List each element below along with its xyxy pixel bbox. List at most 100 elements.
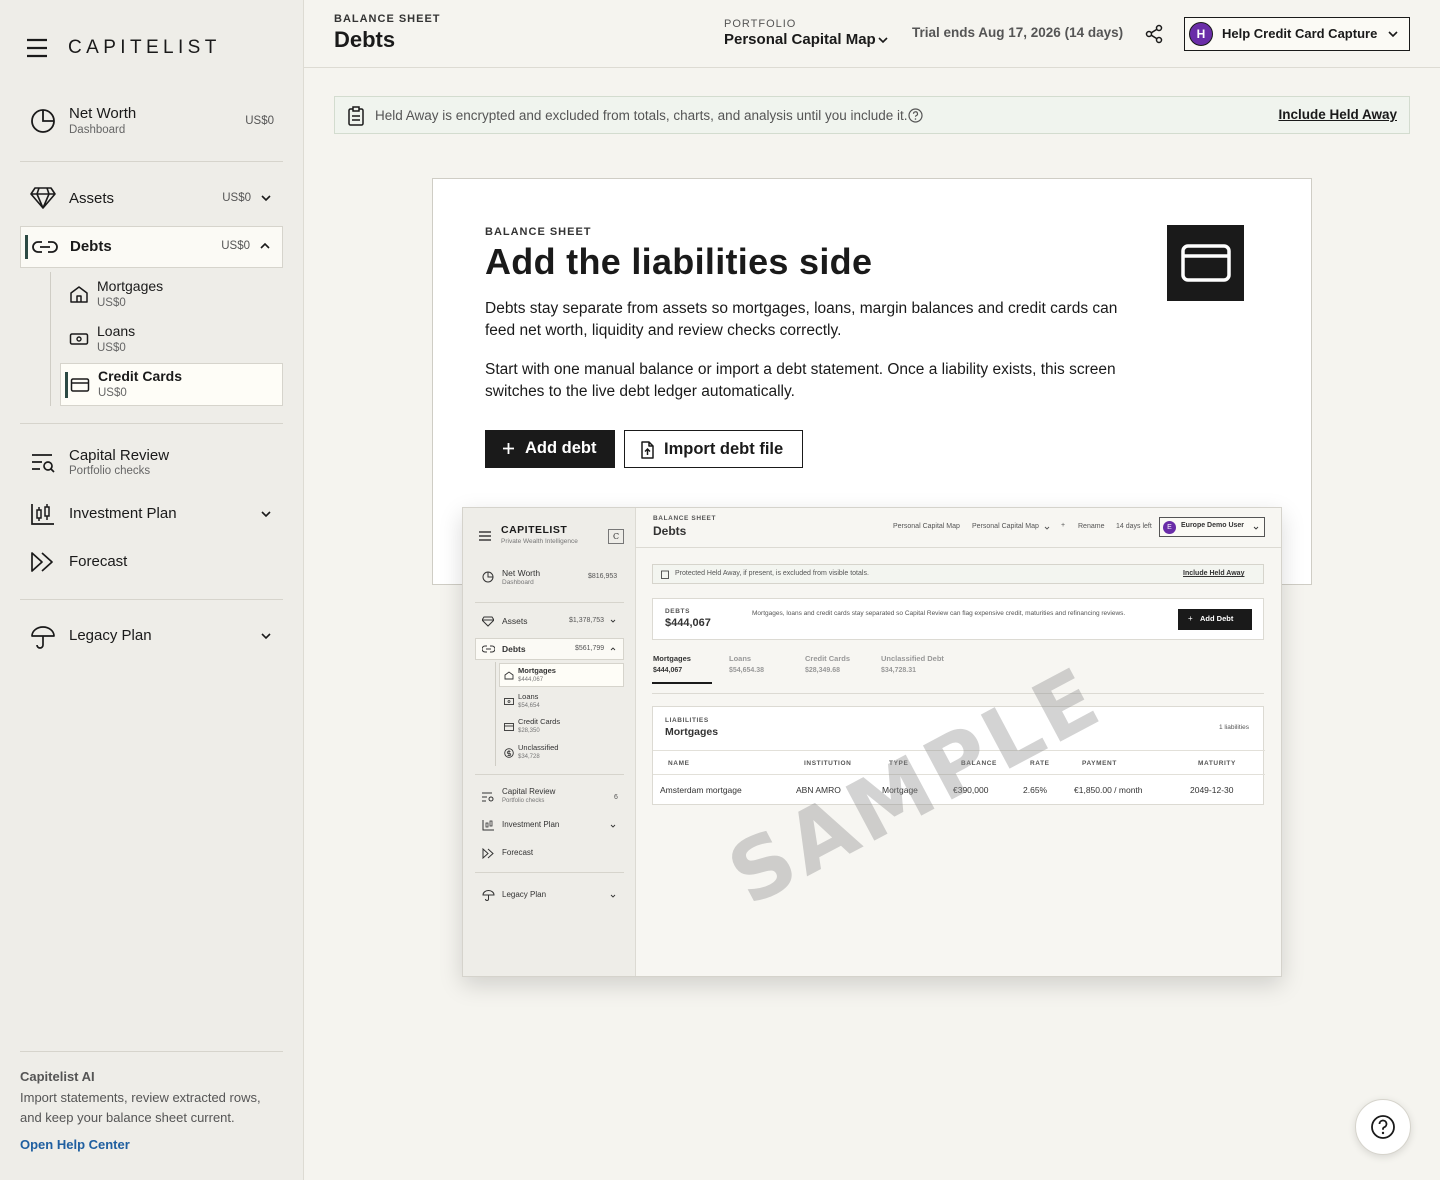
house-icon [69, 285, 89, 303]
sidebar-item-label: Assets [69, 190, 115, 207]
help-circle-icon [1370, 1114, 1396, 1140]
portfolio-selector[interactable]: PORTFOLIO Personal Capital Map [724, 18, 894, 54]
sidebar-item-label: Loans [97, 323, 136, 339]
chevron-down-icon[interactable] [260, 192, 272, 204]
chevron-up-icon [610, 646, 616, 652]
banknote-icon [504, 698, 514, 705]
sidebar-item-sublabel: Portfolio checks [69, 465, 151, 477]
preview-nav-unclassified: Unclassified [518, 743, 559, 752]
user-menu-button[interactable]: H Help Credit Card Capture [1184, 17, 1410, 51]
umbrella-icon [30, 625, 56, 649]
file-upload-icon [640, 441, 655, 459]
preview-tab-label: Mortgages [653, 654, 691, 663]
chevron-down-icon [1044, 525, 1050, 531]
active-indicator [25, 235, 28, 259]
preview-nav-sublabel: Dashboard [502, 579, 534, 586]
preview-tab-label: Unclassified Debt [881, 654, 944, 663]
preview-nav-amount: $28,350 [518, 728, 540, 734]
preview-nav-investment-plan: Investment Plan [502, 820, 560, 829]
preview-portfolio-select: Personal Capital Map [972, 523, 1039, 530]
preview-table-kicker: LIABILITIES [665, 717, 709, 724]
plus-icon [502, 442, 515, 455]
candlestick-chart-icon [30, 502, 56, 526]
preview-tab-label: Loans [729, 654, 752, 663]
preview-tab-underline [652, 682, 712, 684]
sidebar-item-credit-cards[interactable]: Credit Cards US$0 [60, 363, 283, 406]
notice-text: Held Away is encrypted and excluded from… [375, 108, 908, 123]
preview-tab-amount: $444,067 [653, 667, 683, 674]
import-debt-file-button[interactable]: Import debt file [624, 430, 803, 468]
add-debt-button[interactable]: Add debt [485, 430, 615, 468]
chevron-down-icon [877, 34, 889, 46]
page-header: BALANCE SHEET Debts PORTFOLIO Personal C… [304, 0, 1440, 68]
credit-card-icon [70, 377, 90, 393]
chevron-down-icon[interactable] [260, 508, 272, 520]
portfolio-name: Personal Capital Map [724, 31, 876, 48]
preview-notice: Protected Held Away, if present, is excl… [652, 564, 1264, 584]
sidebar-item-forecast[interactable]: Forecast [20, 542, 283, 582]
preview-nav-count: 6 [614, 794, 618, 801]
card-title: Add the liabilities side [485, 241, 873, 282]
preview-cell: €1,850.00 / month [1074, 785, 1143, 795]
sidebar-item-investment-plan[interactable]: Investment Plan [20, 494, 283, 534]
preview-tagline: Private Wealth Intelligence [501, 538, 578, 545]
subnav-line [50, 272, 51, 406]
sidebar-item-loans[interactable]: Loans US$0 [60, 318, 283, 360]
preview-cell: 2.65% [1023, 785, 1048, 795]
sidebar-item-legacy-plan[interactable]: Legacy Plan [20, 616, 283, 656]
sidebar-item-capital-review[interactable]: Capital Review Portfolio checks [20, 440, 283, 484]
clipboard-lock-icon [661, 570, 669, 579]
preview-nav-credit-cards: Credit Cards [518, 717, 561, 726]
preview-nav-amount: $34,728 [518, 754, 540, 760]
held-away-notice: Held Away is encrypted and excluded from… [334, 96, 1410, 134]
clipboard-lock-icon [347, 106, 365, 126]
sidebar-item-label: Net Worth [69, 105, 137, 122]
preview-table-count: 1 liabilities [1219, 724, 1249, 731]
hamburger-icon [479, 530, 491, 542]
sample-preview: CAPITELIST Private Wealth Intelligence C… [462, 507, 1282, 977]
sidebar-item-debts[interactable]: Debts US$0 [20, 226, 283, 268]
pie-chart-icon [30, 108, 56, 134]
help-circle-icon[interactable] [908, 108, 923, 123]
preview-notice-link: Include Held Away [1183, 570, 1245, 577]
preview-nav-legacy-plan: Legacy Plan [502, 890, 547, 899]
preview-tab-amount: $28,349.68 [805, 667, 841, 674]
preview-col-header: INSTITUTION [804, 760, 852, 767]
diamond-icon [30, 186, 56, 210]
chevron-up-icon[interactable] [259, 240, 271, 252]
chevron-down-icon [610, 893, 616, 899]
preview-subnav-line [495, 662, 496, 766]
chevron-down-icon[interactable] [260, 630, 272, 642]
preview-nav-sublabel: Portfolio checks [502, 798, 545, 804]
brand-row: CAPITELIST [26, 36, 221, 60]
preview-avatar: E [1163, 521, 1176, 534]
preview-rename: Rename [1078, 523, 1105, 530]
help-button[interactable] [1355, 1099, 1411, 1155]
sidebar-item-mortgages[interactable]: Mortgages US$0 [60, 272, 283, 314]
preview-col-header: PAYMENT [1082, 760, 1117, 767]
share-icon[interactable] [1144, 24, 1164, 44]
preview-button-label: Add Debt [1200, 614, 1234, 623]
page-title: Debts [334, 27, 396, 52]
sidebar-item-label: Legacy Plan [69, 627, 152, 644]
preview-plus: + [1061, 522, 1066, 529]
button-label: Add debt [525, 439, 597, 457]
chevron-down-icon [610, 618, 616, 624]
hamburger-icon[interactable] [26, 36, 48, 60]
card-paragraph: Start with one manual balance or import … [485, 361, 1116, 400]
sidebar-item-sublabel: Dashboard [69, 124, 126, 136]
sidebar-item-net-worth[interactable]: Net Worth Dashboard US$0 [20, 98, 283, 144]
open-help-center-link[interactable]: Open Help Center [20, 1137, 130, 1152]
chevron-down-icon [1253, 525, 1259, 531]
sidebar-item-label: Investment Plan [69, 505, 177, 522]
card-kicker: BALANCE SHEET [485, 226, 592, 238]
house-icon [504, 671, 514, 680]
include-held-away-link[interactable]: Include Held Away [1278, 107, 1397, 122]
ai-title: Capitelist AI [20, 1069, 95, 1084]
preview-table-title: Mortgages [665, 726, 719, 738]
active-indicator [65, 372, 68, 398]
sidebar-divider [20, 1051, 283, 1052]
sidebar-item-assets[interactable]: Assets US$0 [20, 178, 283, 218]
preview-summary-label: DEBTS [665, 608, 691, 615]
preview-brand: CAPITELIST [501, 524, 568, 536]
